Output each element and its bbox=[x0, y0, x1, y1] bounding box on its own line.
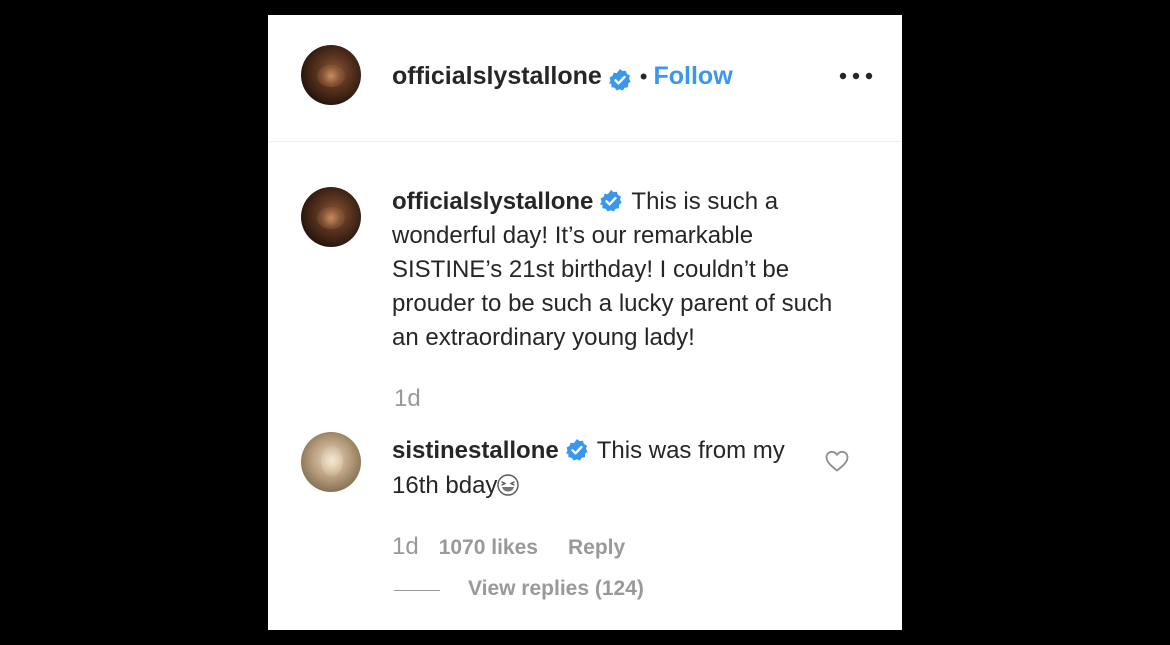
verified-badge-icon bbox=[608, 68, 631, 91]
follow-button[interactable]: Follow bbox=[654, 62, 733, 90]
reply-button[interactable]: Reply bbox=[568, 536, 625, 559]
author-username[interactable]: officialslystallone bbox=[392, 62, 602, 90]
comment-likes-count[interactable]: 1070 likes bbox=[439, 536, 538, 559]
separator-dot: • bbox=[639, 64, 648, 89]
commenter-username[interactable]: sistinestallone bbox=[392, 437, 559, 464]
view-replies-button[interactable]: View replies (124) bbox=[394, 573, 644, 605]
comment: sistinestallone This was from my 16th bd… bbox=[392, 433, 812, 503]
verified-badge-icon bbox=[600, 190, 623, 212]
comment-meta: 1d 1070 likes Reply bbox=[392, 529, 625, 565]
grinning-squinting-face-emoji-icon bbox=[497, 474, 520, 496]
caption-author-username[interactable]: officialslystallone bbox=[392, 188, 593, 215]
replies-divider-line bbox=[394, 590, 440, 592]
comment-timestamp[interactable]: 1d bbox=[392, 533, 419, 560]
verified-badge-icon bbox=[565, 439, 588, 461]
commenter-avatar[interactable] bbox=[301, 432, 361, 492]
more-options-icon[interactable] bbox=[836, 61, 876, 91]
caption-author-avatar[interactable] bbox=[301, 187, 361, 247]
author-avatar[interactable] bbox=[301, 45, 361, 105]
post-header: officialslystallone • Follow bbox=[268, 15, 902, 142]
header-info: officialslystallone • Follow bbox=[392, 58, 733, 94]
like-heart-icon[interactable] bbox=[824, 449, 850, 473]
caption-timestamp[interactable]: 1d bbox=[394, 385, 421, 413]
view-replies-label: View replies (124) bbox=[468, 577, 644, 600]
instagram-post-panel: officialslystallone • Follow officialslys… bbox=[268, 15, 902, 630]
post-caption: officialslystallone This is such a wonde… bbox=[392, 185, 862, 355]
